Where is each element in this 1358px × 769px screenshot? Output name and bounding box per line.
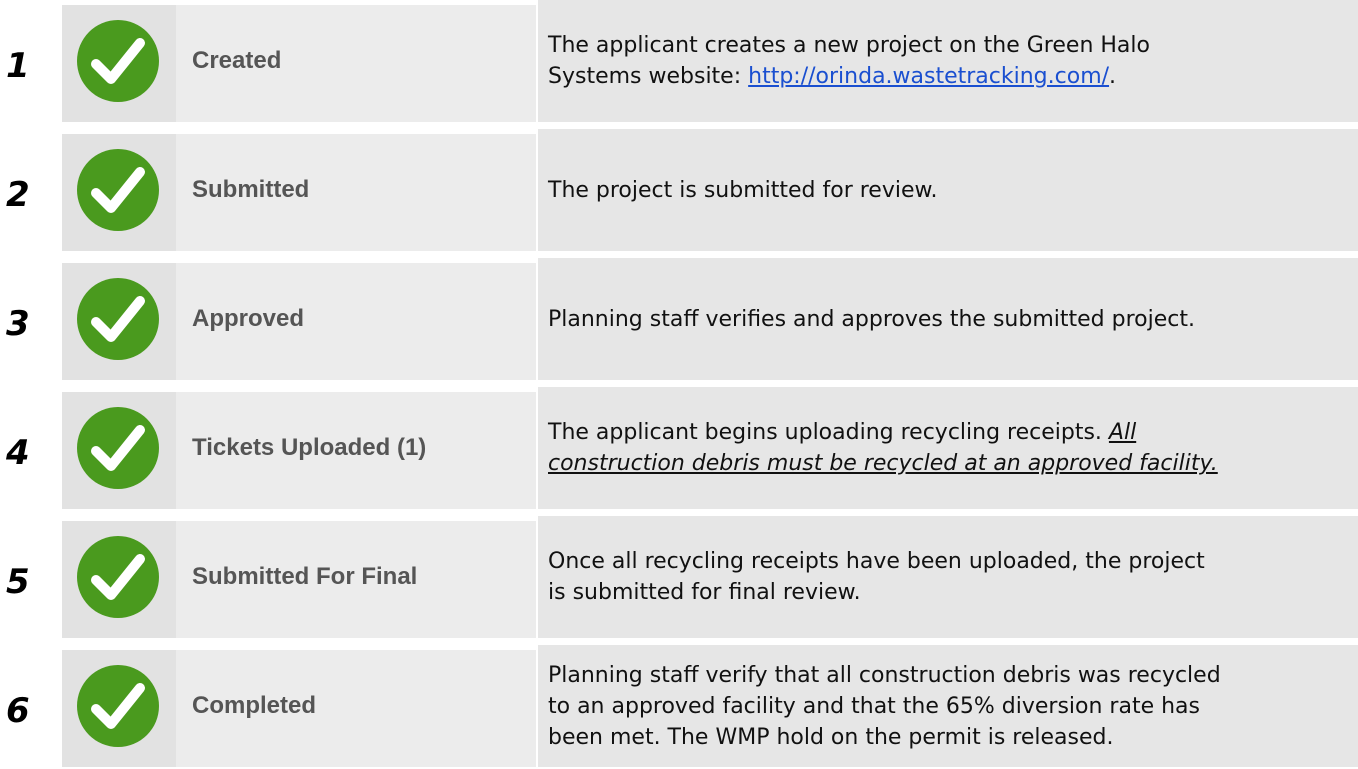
check-circle-icon [77, 20, 159, 102]
step-row-2: 2 Submitted The project is submitted for… [0, 129, 1358, 251]
status-panel: Submitted [62, 134, 536, 251]
step-row-4: 4 Tickets Uploaded (1) The applicant beg… [0, 387, 1358, 509]
status-label: Created [192, 47, 282, 74]
status-panel: Approved [62, 263, 536, 380]
step-description: Planning staff verify that all construct… [538, 645, 1358, 767]
step-number: 6 [6, 690, 30, 731]
status-panel: Completed [62, 650, 536, 767]
status-label: Completed [192, 692, 317, 719]
check-circle-icon [77, 665, 159, 747]
step-description: Once all recycling receipts have been up… [538, 516, 1358, 638]
step-description: The applicant begins uploading recycling… [538, 387, 1358, 509]
step-row-1: 1 Created The applicant creates a new pr… [0, 0, 1358, 122]
status-label: Submitted For Final [192, 563, 418, 590]
check-circle-icon [77, 407, 159, 489]
step-number: 5 [6, 561, 30, 602]
check-circle-icon [77, 278, 159, 360]
status-panel: Submitted For Final [62, 521, 536, 638]
step-row-3: 3 Approved Planning staff verifies and a… [0, 258, 1358, 380]
status-label: Tickets Uploaded (1) [192, 434, 427, 461]
status-label: Submitted [192, 176, 310, 203]
step-description: The applicant creates a new project on t… [538, 0, 1358, 122]
step-row-6: 6 Completed Planning staff verify that a… [0, 645, 1358, 767]
step-number: 4 [6, 432, 30, 473]
status-label: Approved [192, 305, 305, 332]
check-circle-icon [77, 149, 159, 231]
step-number: 1 [6, 45, 30, 86]
website-link[interactable]: http://orinda.wastetracking.com/ [748, 64, 1109, 89]
step-description: Planning staff verifies and approves the… [538, 258, 1358, 380]
status-panel: Tickets Uploaded (1) [62, 392, 536, 509]
status-panel: Created [62, 5, 536, 122]
step-description: The project is submitted for review. [538, 129, 1358, 251]
step-number: 2 [6, 174, 30, 215]
step-row-5: 5 Submitted For Final Once all recycling… [0, 516, 1358, 638]
step-number: 3 [6, 303, 30, 344]
check-circle-icon [77, 536, 159, 618]
